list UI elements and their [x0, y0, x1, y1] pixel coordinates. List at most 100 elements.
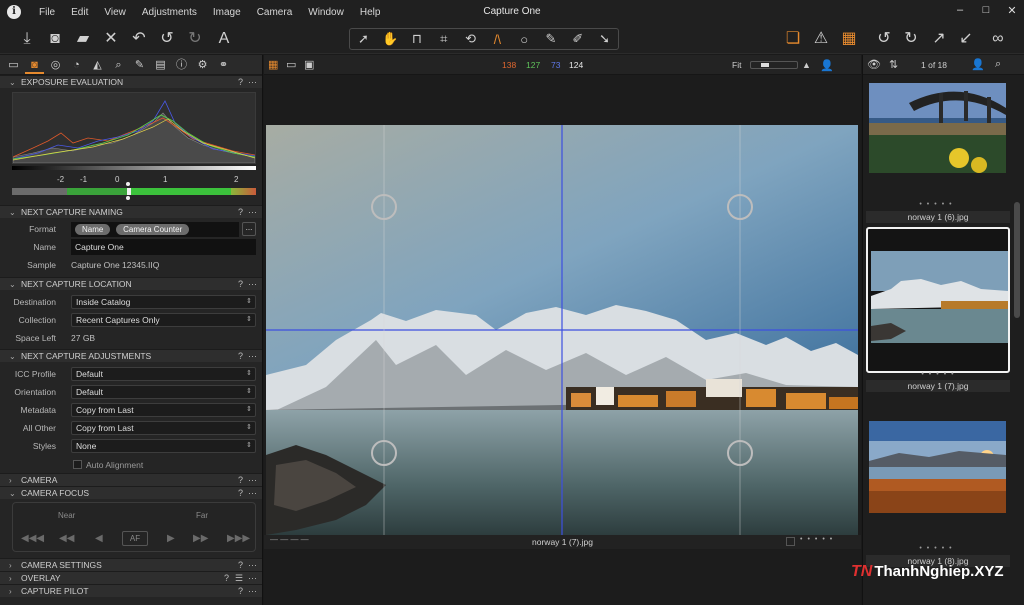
import-icon[interactable]: ⤓ [16, 28, 38, 50]
viewer-user-icon[interactable]: 👤 [820, 59, 834, 72]
help-icon[interactable]: ? [238, 279, 243, 289]
proof-glasses-icon[interactable]: ∞ [983, 28, 1013, 50]
edit-all-icon[interactable]: ↙ [955, 28, 977, 50]
menu-edit[interactable]: Edit [63, 7, 96, 18]
scrollbar-thumb[interactable] [1014, 202, 1020, 318]
destination-select[interactable]: Inside Catalog ⇕ [71, 295, 256, 309]
format-edit-button[interactable]: ... [242, 222, 256, 236]
redo-icon[interactable]: ↻ [184, 28, 206, 50]
token-camera-counter[interactable]: Camera Counter [116, 223, 190, 235]
focus-near-med-icon[interactable]: ◀◀ [59, 533, 74, 544]
section-capture-pilot[interactable]: › CAPTURE PILOT ? ··· [0, 584, 262, 597]
focus-near-max-icon[interactable]: ◀◀◀ [21, 533, 44, 544]
more-icon[interactable]: ··· [248, 560, 257, 570]
thumbnail-item[interactable]: ••••• norway 1 (6).jpg [866, 81, 1010, 227]
section-camera-settings[interactable]: › CAMERA SETTINGS ? ··· [0, 558, 262, 571]
more-icon[interactable]: ··· [248, 207, 257, 217]
help-icon[interactable]: ? [238, 586, 243, 596]
brush-icon[interactable]: ✎ [539, 31, 563, 47]
help-icon[interactable]: ? [238, 475, 243, 485]
color-tag-box[interactable] [786, 537, 795, 546]
help-icon[interactable]: ? [238, 488, 243, 498]
format-token-field[interactable]: Name Camera Counter [71, 221, 239, 237]
undo-icon[interactable]: ↺ [156, 28, 178, 50]
section-next-capture-adjustments[interactable]: ⌄ NEXT CAPTURE ADJUSTMENTS ? ··· [0, 349, 262, 362]
menu-camera[interactable]: Camera [249, 7, 301, 18]
section-overlay[interactable]: › OVERLAY ? ☰ ··· [0, 571, 262, 584]
rating-dots[interactable]: ••••• [866, 201, 1010, 208]
rating-dots[interactable]: ••••• [866, 545, 1010, 552]
more-icon[interactable]: ··· [248, 77, 257, 87]
menu-file[interactable]: File [31, 7, 63, 18]
rating-dots[interactable]: ••••• [800, 536, 837, 543]
reset-icon[interactable]: ↶ [128, 28, 150, 50]
name-input[interactable]: Capture One [71, 239, 256, 255]
auto-adjust-icon[interactable]: A [213, 28, 235, 50]
delete-icon[interactable]: ✕ [100, 28, 122, 50]
orientation-select[interactable]: Default ⇕ [71, 385, 256, 399]
spot-removal-icon[interactable]: ○ [512, 32, 536, 47]
edit-selected-icon[interactable]: ↗ [928, 28, 950, 50]
search-icon[interactable]: ⌕ [995, 58, 1001, 71]
exposure-tab-icon[interactable]: ◭ [88, 56, 107, 74]
autofocus-button[interactable]: AF [122, 531, 148, 546]
local-adj-tab-icon[interactable]: ✎ [130, 56, 149, 74]
more-icon[interactable]: ··· [248, 279, 257, 289]
pan-hand-icon[interactable]: ✋ [378, 31, 402, 47]
metadata-tab-icon[interactable]: ⓘ [172, 56, 191, 74]
help-icon[interactable]: ? [238, 351, 243, 361]
menu-window[interactable]: Window [300, 7, 352, 18]
capture-tab-icon[interactable]: ◙ [25, 56, 44, 74]
focus-far-min-icon[interactable]: ▶ [167, 533, 175, 544]
compare-view-icon[interactable]: ▣ [304, 58, 314, 71]
more-icon[interactable]: ··· [248, 586, 257, 596]
lens-tab-icon[interactable]: ◎ [46, 56, 65, 74]
section-next-capture-naming[interactable]: ⌄ NEXT CAPTURE NAMING ? ··· [0, 205, 262, 218]
color-picker-icon[interactable]: ✐ [566, 31, 590, 47]
single-view-icon[interactable]: ▭ [286, 58, 296, 71]
icc-profile-select[interactable]: Default ⇕ [71, 367, 256, 381]
zoom-in-icon[interactable]: ▲ [802, 60, 811, 70]
copy-apply-icon[interactable]: ➘ [593, 31, 617, 47]
maximize-button[interactable]: □ [980, 4, 992, 17]
focus-near-min-icon[interactable]: ◀ [95, 533, 103, 544]
all-other-select[interactable]: Copy from Last ⇕ [71, 421, 256, 435]
section-camera[interactable]: › CAMERA ? ··· [0, 473, 262, 486]
details-tab-icon[interactable]: ⌕ [109, 56, 128, 74]
more-icon[interactable]: ··· [248, 351, 257, 361]
section-exposure-evaluation[interactable]: ⌄ EXPOSURE EVALUATION ? ··· [0, 75, 262, 88]
collection-select[interactable]: Recent Captures Only ⇕ [71, 313, 256, 327]
rotate-left-icon[interactable]: ↺ [873, 28, 895, 50]
more-icon[interactable]: ··· [248, 488, 257, 498]
batch-tab-icon[interactable]: ⚭ [214, 56, 233, 74]
help-icon[interactable]: ? [238, 77, 243, 87]
multi-view-icon[interactable]: ▦ [268, 58, 278, 71]
loupe-icon[interactable]: ⊓ [405, 31, 429, 47]
focus-far-med-icon[interactable]: ▶▶ [193, 533, 208, 544]
exposure-warning-icon[interactable]: ⚠ [810, 28, 832, 50]
rotate-icon[interactable]: ⟲ [459, 31, 483, 47]
rating-dots[interactable]: ••••• [868, 371, 1012, 378]
section-camera-focus[interactable]: ⌄ CAMERA FOCUS ? ··· [0, 486, 262, 499]
focus-far-max-icon[interactable]: ▶▶▶ [227, 533, 250, 544]
styles-select[interactable]: None ⇕ [71, 439, 256, 453]
user-icon[interactable]: 👤 [971, 58, 985, 71]
zoom-slider[interactable] [750, 61, 798, 69]
thumbnail-image[interactable] [869, 421, 1006, 513]
thumbnail-item[interactable]: ••••• norway 1 (8).jpg [866, 415, 1010, 567]
library-tab-icon[interactable]: ▭ [4, 56, 23, 74]
section-next-capture-location[interactable]: ⌄ NEXT CAPTURE LOCATION ? ··· [0, 277, 262, 290]
grid-icon[interactable]: ▦ [838, 28, 860, 50]
minimize-button[interactable]: – [954, 4, 966, 17]
thumbnail-item-selected[interactable]: ••••• [866, 227, 1010, 378]
close-window-button[interactable]: ✕ [1006, 4, 1018, 17]
metadata-select[interactable]: Copy from Last ⇕ [71, 403, 256, 417]
help-icon[interactable]: ? [238, 207, 243, 217]
thumbnail-image[interactable] [869, 83, 1006, 173]
thumbnail-image[interactable] [871, 251, 1008, 343]
menu-adjustments[interactable]: Adjustments [134, 7, 205, 18]
list-icon[interactable]: ☰ [235, 573, 243, 584]
select-cursor-icon[interactable]: ➚ [351, 31, 375, 47]
sort-icon[interactable]: ⇅ [889, 58, 898, 71]
more-icon[interactable]: ··· [248, 475, 257, 485]
